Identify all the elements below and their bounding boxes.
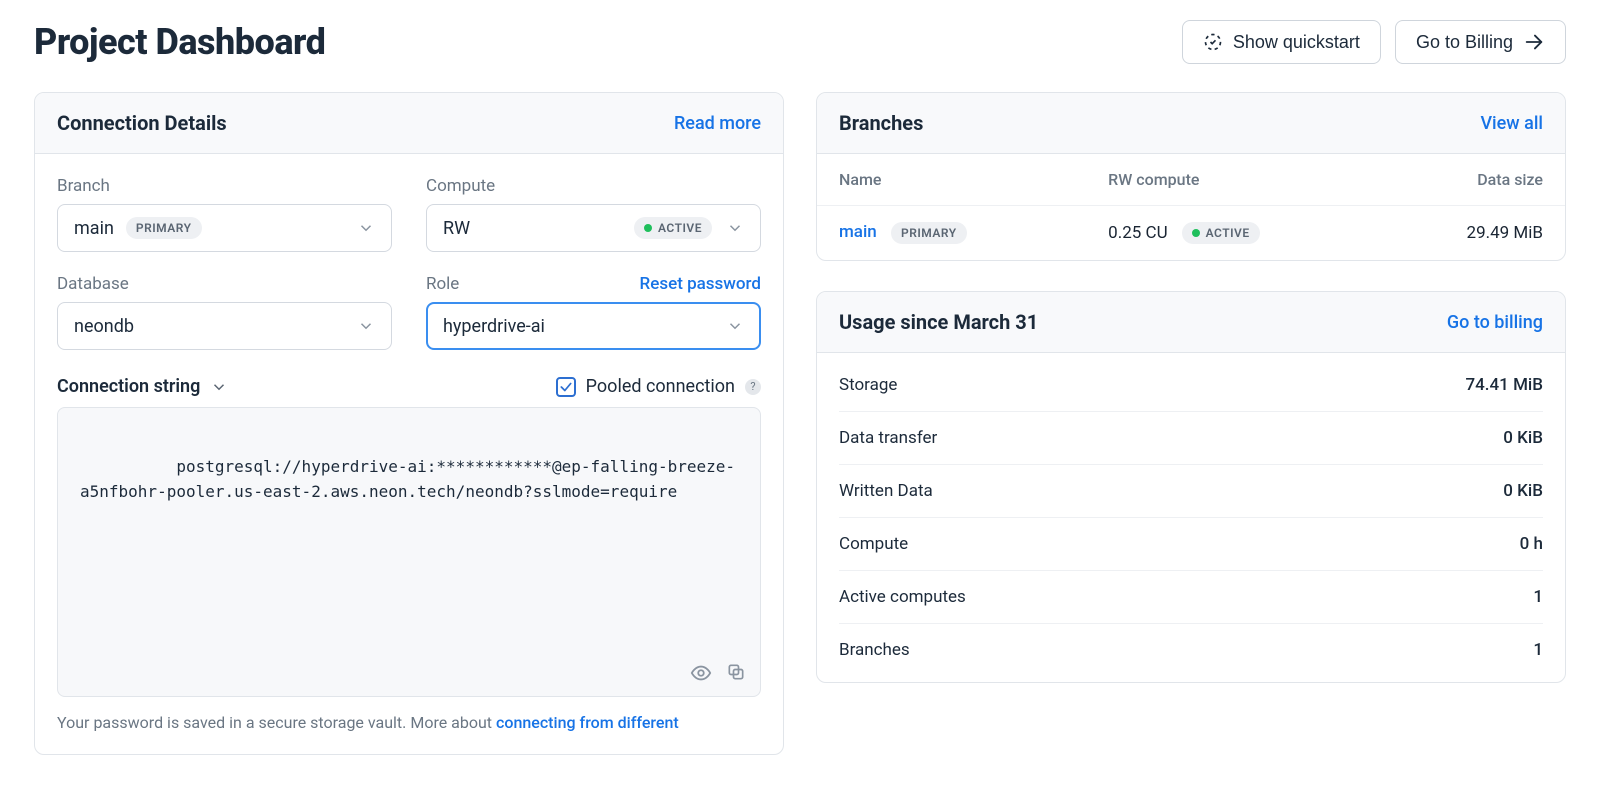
branch-label: Branch [57, 176, 110, 196]
data-size: 29.49 MiB [1377, 223, 1543, 243]
active-badge: ACTIVE [634, 217, 712, 239]
primary-badge: PRIMARY [891, 222, 967, 244]
list-item: Compute 0 h [839, 518, 1543, 571]
list-item: Branches 1 [839, 624, 1543, 676]
usage-value: 0 h [1520, 534, 1543, 554]
chevron-down-icon [210, 378, 228, 396]
pooled-connection-checkbox[interactable] [556, 377, 576, 397]
connection-details-title: Connection Details [57, 111, 227, 135]
go-to-billing-link[interactable]: Go to billing [1447, 312, 1543, 333]
status-dot-icon [644, 224, 652, 232]
connection-string-box: postgresql://hyperdrive-ai:************@… [57, 407, 761, 697]
view-all-link[interactable]: View all [1480, 113, 1543, 134]
active-badge: ACTIVE [1182, 222, 1260, 244]
list-item: Written Data 0 KiB [839, 465, 1543, 518]
pooled-label: Pooled connection [586, 376, 735, 397]
branch-link[interactable]: main [839, 222, 877, 242]
connecting-link[interactable]: connecting from different [496, 713, 679, 732]
chevron-down-icon [726, 317, 744, 335]
copy-button[interactable] [726, 662, 746, 684]
usage-card: Usage since March 31 Go to billing Stora… [816, 291, 1566, 683]
branches-card: Branches View all Name RW compute Data s… [816, 92, 1566, 261]
database-select[interactable]: neondb [57, 302, 392, 350]
reset-password-link[interactable]: Reset password [640, 274, 761, 294]
chevron-down-icon [726, 219, 744, 237]
go-to-billing-button[interactable]: Go to Billing [1395, 20, 1566, 64]
usage-label: Compute [839, 534, 908, 554]
connection-string-dropdown[interactable]: Connection string [57, 376, 228, 397]
password-footnote: Your password is saved in a secure stora… [57, 713, 761, 732]
col-compute: RW compute [1108, 170, 1377, 189]
quickstart-icon [1203, 32, 1223, 52]
help-icon[interactable]: ? [745, 379, 761, 395]
usage-value: 1 [1533, 640, 1543, 660]
compute-value: RW [443, 218, 470, 239]
table-row: main PRIMARY 0.25 CU ACTIVE 29.49 MiB [817, 206, 1565, 260]
read-more-link[interactable]: Read more [674, 113, 761, 134]
branch-select[interactable]: main PRIMARY [57, 204, 392, 252]
chevron-down-icon [357, 317, 375, 335]
connection-string-text: postgresql://hyperdrive-ai:************@… [80, 457, 735, 502]
role-label: Role [426, 274, 459, 294]
col-name: Name [839, 170, 1108, 189]
branches-title: Branches [839, 111, 923, 135]
arrow-right-icon [1523, 31, 1545, 53]
quickstart-label: Show quickstart [1233, 32, 1360, 53]
role-select[interactable]: hyperdrive-ai [426, 302, 761, 350]
usage-label: Data transfer [839, 428, 937, 448]
usage-label: Storage [839, 375, 897, 395]
list-item: Active computes 1 [839, 571, 1543, 624]
usage-value: 74.41 MiB [1465, 375, 1543, 395]
list-item: Storage 74.41 MiB [839, 359, 1543, 412]
usage-label: Active computes [839, 587, 966, 607]
page-title: Project Dashboard [34, 21, 325, 63]
status-dot-icon [1192, 229, 1200, 237]
billing-label: Go to Billing [1416, 32, 1513, 53]
usage-value: 0 KiB [1503, 428, 1543, 448]
usage-value: 0 KiB [1503, 481, 1543, 501]
database-label: Database [57, 274, 129, 294]
connection-details-card: Connection Details Read more Branch main… [34, 92, 784, 755]
reveal-password-button[interactable] [690, 662, 712, 684]
compute-value: 0.25 CU [1108, 223, 1167, 243]
list-item: Data transfer 0 KiB [839, 412, 1543, 465]
primary-badge: PRIMARY [126, 217, 202, 239]
show-quickstart-button[interactable]: Show quickstart [1182, 20, 1381, 64]
usage-value: 1 [1533, 587, 1543, 607]
usage-label: Branches [839, 640, 910, 660]
branch-value: main [74, 218, 114, 239]
role-value: hyperdrive-ai [443, 316, 545, 337]
database-value: neondb [74, 316, 134, 337]
usage-title: Usage since March 31 [839, 310, 1038, 334]
col-size: Data size [1377, 170, 1543, 189]
compute-select[interactable]: RW ACTIVE [426, 204, 761, 252]
compute-label: Compute [426, 176, 495, 196]
usage-label: Written Data [839, 481, 933, 501]
chevron-down-icon [357, 219, 375, 237]
